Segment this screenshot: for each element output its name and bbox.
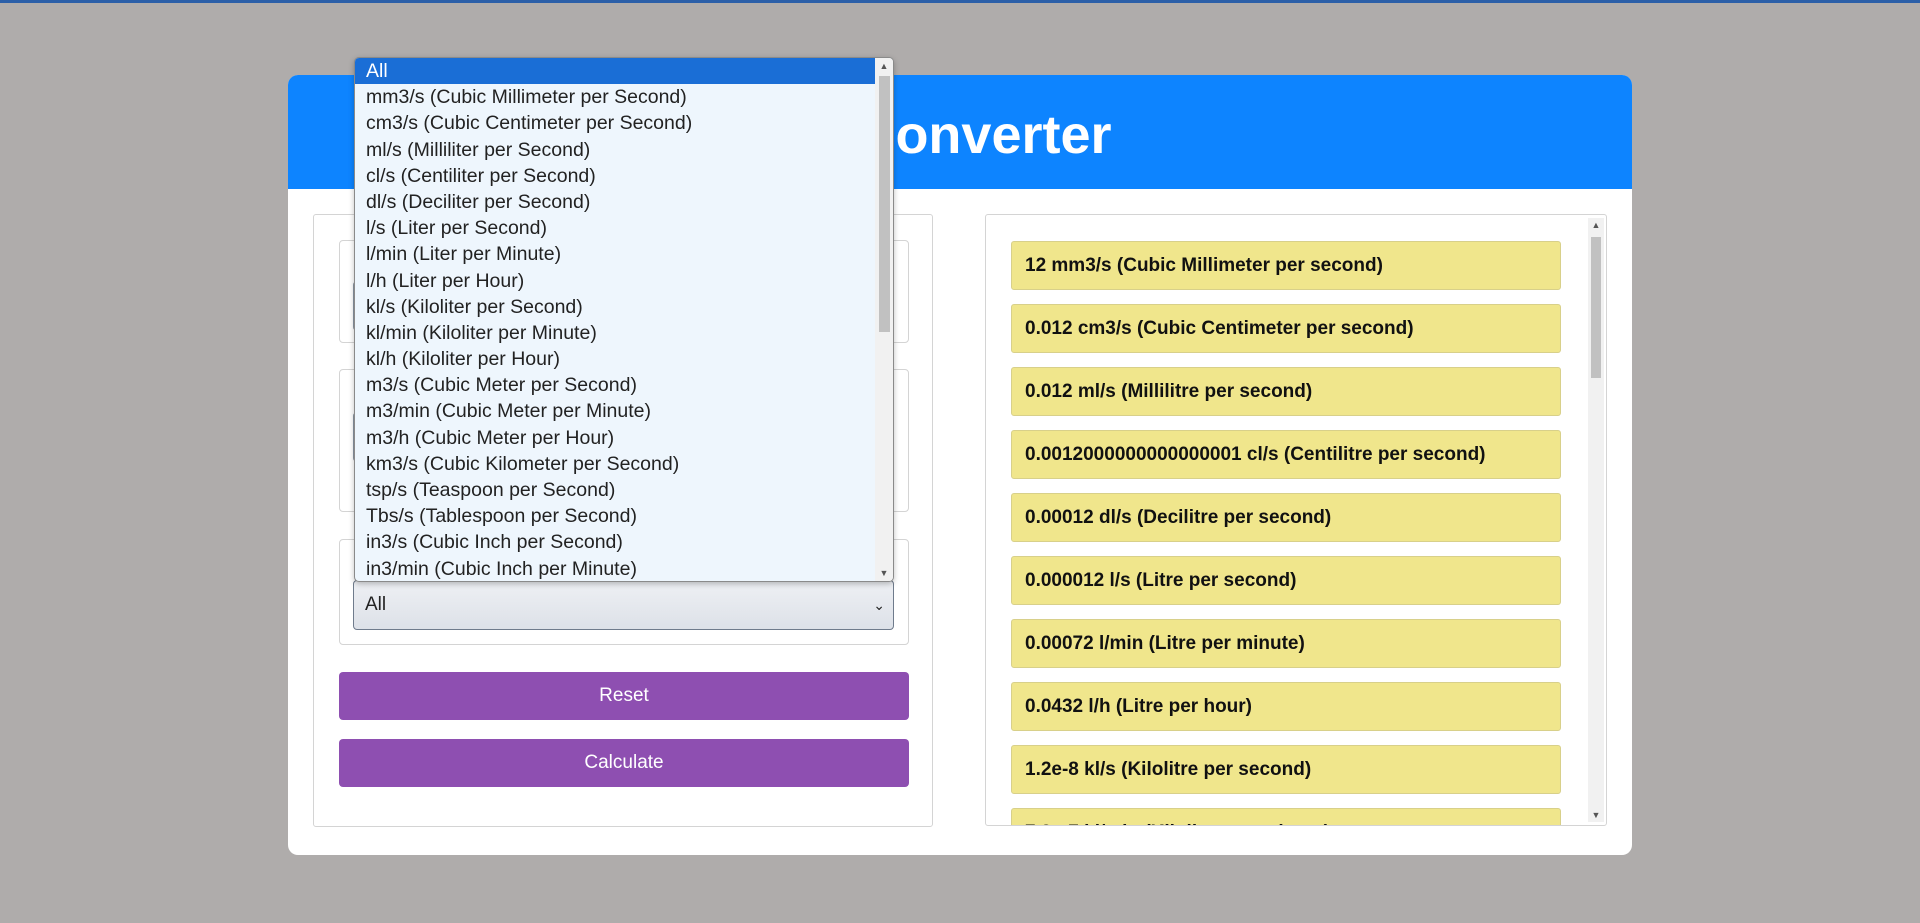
dropdown-option[interactable]: m3/h (Cubic Meter per Hour): [355, 425, 875, 451]
dropdown-scrollbar[interactable]: ▲ ▼: [875, 58, 893, 581]
result-item: 1.2e-8 kl/s (Kilolitre per second): [1011, 745, 1561, 794]
dropdown-option[interactable]: ml/s (Milliliter per Second): [355, 137, 875, 163]
dropdown-option[interactable]: m3/s (Cubic Meter per Second): [355, 372, 875, 398]
dropdown-option[interactable]: m3/min (Cubic Meter per Minute): [355, 398, 875, 424]
dropdown-option[interactable]: mm3/s (Cubic Millimeter per Second): [355, 84, 875, 110]
dropdown-option[interactable]: cm3/s (Cubic Centimeter per Second): [355, 110, 875, 136]
dropdown-option[interactable]: l/min (Liter per Minute): [355, 241, 875, 267]
to-unit-select[interactable]: All ⌄: [353, 580, 894, 630]
results-scrollbar[interactable]: ▲ ▼: [1588, 218, 1604, 822]
dropdown-option[interactable]: kl/h (Kiloliter per Hour): [355, 346, 875, 372]
dropdown-option[interactable]: tsp/s (Teaspoon per Second): [355, 477, 875, 503]
dropdown-option[interactable]: Tbs/s (Tablespoon per Second): [355, 503, 875, 529]
scroll-up-arrow-icon[interactable]: ▲: [875, 61, 893, 71]
dropdown-option[interactable]: l/s (Liter per Second): [355, 215, 875, 241]
scroll-down-arrow-icon[interactable]: ▼: [875, 568, 893, 578]
dropdown-scrollbar-thumb[interactable]: [879, 76, 890, 332]
calculate-button[interactable]: Calculate: [339, 739, 909, 787]
result-item: 0.00012 dl/s (Decilitre per second): [1011, 493, 1561, 542]
dropdown-option[interactable]: in3/min (Cubic Inch per Minute): [355, 556, 875, 581]
dropdown-option[interactable]: in3/s (Cubic Inch per Second): [355, 529, 875, 555]
chevron-down-icon: ⌄: [873, 597, 885, 613]
result-item: 0.0432 l/h (Litre per hour): [1011, 682, 1561, 731]
result-item: 12 mm3/s (Cubic Millimeter per second): [1011, 241, 1561, 290]
dropdown-option[interactable]: kl/min (Kiloliter per Minute): [355, 320, 875, 346]
dropdown-option[interactable]: km3/s (Cubic Kilometer per Second): [355, 451, 875, 477]
dropdown-option[interactable]: kl/s (Kiloliter per Second): [355, 294, 875, 320]
dropdown-option-selected[interactable]: All: [355, 58, 875, 85]
results-list: 12 mm3/s (Cubic Millimeter per second) 0…: [1011, 241, 1561, 825]
result-item: 0.000012 l/s (Litre per second): [1011, 556, 1561, 605]
scroll-up-arrow-icon[interactable]: ▲: [1588, 220, 1604, 230]
result-item: 7.2e-7 kl/min (Kilolitre per minute): [1011, 808, 1561, 825]
dropdown-option[interactable]: l/h (Liter per Hour): [355, 268, 875, 294]
top-accent-line: [0, 0, 1920, 3]
to-unit-dropdown-list[interactable]: All mm3/s (Cubic Millimeter per Second) …: [354, 57, 894, 582]
result-item: 0.012 cm3/s (Cubic Centimeter per second…: [1011, 304, 1561, 353]
result-item: 0.012 ml/s (Millilitre per second): [1011, 367, 1561, 416]
result-item: 0.0012000000000000001 cl/s (Centilitre p…: [1011, 430, 1561, 479]
scroll-down-arrow-icon[interactable]: ▼: [1588, 810, 1604, 820]
reset-button[interactable]: Reset: [339, 672, 909, 720]
to-unit-selected-value: All: [365, 594, 387, 615]
dropdown-option[interactable]: cl/s (Centiliter per Second): [355, 163, 875, 189]
dropdown-option[interactable]: dl/s (Deciliter per Second): [355, 189, 875, 215]
dropdown-options: All mm3/s (Cubic Millimeter per Second) …: [355, 58, 875, 581]
result-item: 0.00072 l/min (Litre per minute): [1011, 619, 1561, 668]
results-scrollbar-thumb[interactable]: [1591, 237, 1601, 378]
results-panel[interactable]: 12 mm3/s (Cubic Millimeter per second) 0…: [985, 214, 1607, 826]
